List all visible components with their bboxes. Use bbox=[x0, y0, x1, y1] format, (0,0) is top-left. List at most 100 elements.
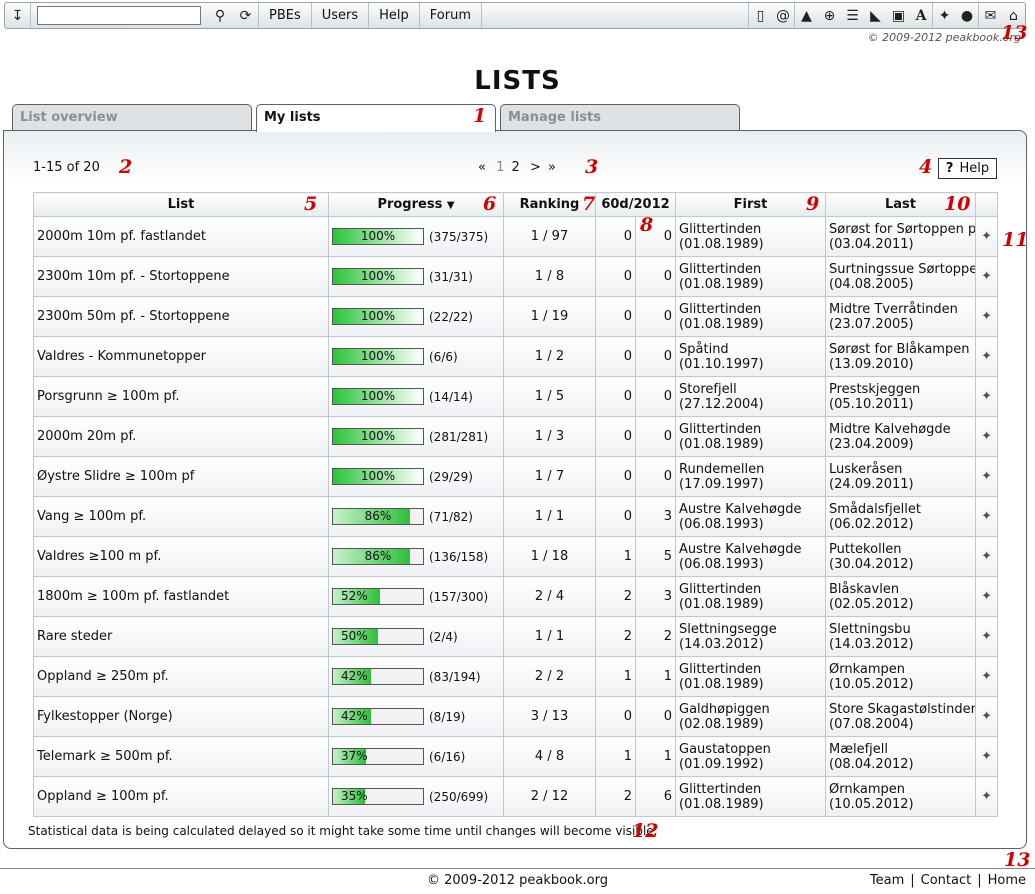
ranking-cell[interactable]: 1 / 5 bbox=[503, 376, 596, 417]
boot-icon[interactable]: ◣ bbox=[864, 3, 887, 28]
first-peak-name[interactable]: Galdhøpiggen bbox=[679, 702, 770, 717]
table-row[interactable]: 2000m 20m pf. 100% (281/281) 1 / 3 0 0 Glitter… bbox=[33, 416, 999, 457]
ranking-cell[interactable]: 2 / 4 bbox=[503, 576, 596, 617]
last-peak-name[interactable]: Ørnkampen bbox=[829, 662, 905, 677]
column-header-list[interactable]: List bbox=[33, 192, 329, 217]
first-peak-name[interactable]: Glittertinden bbox=[679, 422, 761, 437]
last-peak-name[interactable]: Sørøst for Blåkampen bbox=[829, 342, 969, 357]
first-peak-name[interactable]: Glittertinden bbox=[679, 262, 761, 277]
pushpin-icon[interactable]: ✦ bbox=[975, 536, 999, 577]
table-row[interactable]: 2000m 10m pf. fastlandet 100% (375/375) 1 /… bbox=[33, 216, 999, 257]
nav-help[interactable]: Help bbox=[369, 3, 420, 28]
last-peak-name[interactable]: Surtningssue Sørtoppen bbox=[829, 262, 975, 277]
pushpin-icon[interactable]: ✦ bbox=[975, 616, 999, 657]
table-row[interactable]: Telemark ≥ 500m pf. 37% (6/16) 4 / 8 1 1 Gaust… bbox=[33, 736, 999, 777]
help-button[interactable]: ? Help bbox=[938, 158, 997, 179]
nav-forum[interactable]: Forum bbox=[420, 3, 483, 28]
last-peak-name[interactable]: Prestskjeggen bbox=[829, 382, 920, 397]
first-peak-name[interactable]: Glittertinden bbox=[679, 782, 761, 797]
column-header-first[interactable]: First bbox=[675, 192, 827, 217]
list-name-link[interactable]: Rare steder bbox=[33, 616, 329, 657]
pushpin-icon[interactable]: ✦ bbox=[975, 256, 999, 297]
ranking-cell[interactable]: 1 / 8 bbox=[503, 256, 596, 297]
last-peak-name[interactable]: Mælefjell bbox=[829, 742, 888, 757]
ranking-cell[interactable]: 1 / 7 bbox=[503, 456, 596, 497]
table-row[interactable]: Oppland ≥ 100m pf. 35% (250/699) 2 / 12 2 6 Gl… bbox=[33, 776, 999, 817]
list-name-link[interactable]: 2300m 50m pf. - Stortoppene bbox=[33, 296, 329, 337]
mail-icon[interactable]: ✉ bbox=[979, 3, 1002, 28]
list-name-link[interactable]: Valdres - Kommunetopper bbox=[33, 336, 329, 377]
ranking-cell[interactable]: 1 / 1 bbox=[503, 616, 596, 657]
first-peak-name[interactable]: Glittertinden bbox=[679, 222, 761, 237]
list-name-link[interactable]: 2300m 10m pf. - Stortoppene bbox=[33, 256, 329, 297]
nav-users[interactable]: Users bbox=[312, 3, 370, 28]
pushpin-icon[interactable]: ✦ bbox=[975, 776, 999, 817]
table-row[interactable]: Vang ≥ 100m pf. 86% (71/82) 1 / 1 0 3 Austre K… bbox=[33, 496, 999, 537]
table-row[interactable]: Øystre Slidre ≥ 100m pf 100% (29/29) 1 / 70… bbox=[33, 456, 999, 497]
ranking-cell[interactable]: 1 / 19 bbox=[503, 296, 596, 337]
column-header-period[interactable]: 60d/2012 bbox=[594, 192, 677, 217]
last-peak-name[interactable]: Smådalsfjellet bbox=[829, 502, 921, 517]
pushpin-icon[interactable]: ✦ bbox=[975, 376, 999, 417]
first-peak-name[interactable]: Austre Kalvehøgde bbox=[679, 542, 801, 557]
last-peak-name[interactable]: Ørnkampen bbox=[829, 782, 905, 797]
ranking-cell[interactable]: 2 / 12 bbox=[503, 776, 596, 817]
ranking-cell[interactable]: 1 / 3 bbox=[503, 416, 596, 457]
table-row[interactable]: Valdres ≥100 m pf. 86% (136/158) 1 / 18 1 5 Au… bbox=[33, 536, 999, 577]
search-input[interactable] bbox=[37, 6, 201, 25]
mobile-icon[interactable]: ▯ bbox=[749, 3, 772, 28]
last-peak-name[interactable]: Luskeråsen bbox=[829, 462, 902, 477]
last-peak-name[interactable]: Sørøst for Sørtoppen på bbox=[829, 222, 975, 237]
last-peak-name[interactable]: Blåskavlen bbox=[829, 582, 899, 597]
last-peak-name[interactable]: Midtre Tverråtinden bbox=[829, 302, 958, 317]
table-row[interactable]: 2300m 10m pf. - Stortoppene 100% (31/31) 1 … bbox=[33, 256, 999, 297]
last-peak-name[interactable]: Midtre Kalvehøgde bbox=[829, 422, 951, 437]
pushpin-icon[interactable]: ✦ bbox=[975, 736, 999, 777]
first-peak-name[interactable]: Storefjell bbox=[679, 382, 737, 397]
list-name-link[interactable]: Porsgrunn ≥ 100m pf. bbox=[33, 376, 329, 417]
pushpin-icon[interactable]: ✦ bbox=[975, 416, 999, 457]
ball-icon[interactable]: ● bbox=[956, 3, 979, 28]
first-peak-name[interactable]: Austre Kalvehøgde bbox=[679, 502, 801, 517]
pushpin-icon[interactable]: ✦ bbox=[975, 656, 999, 697]
table-row[interactable]: Oppland ≥ 250m pf. 42% (83/194) 2 / 2 1 1 Glit… bbox=[33, 656, 999, 697]
pushpin-icon[interactable]: ✦ bbox=[975, 216, 999, 257]
pushpin-icon[interactable]: ✦ bbox=[975, 696, 999, 737]
pushpin-icon[interactable]: ✦ bbox=[933, 3, 956, 28]
ranking-cell[interactable]: 4 / 8 bbox=[503, 736, 596, 777]
first-peak-name[interactable]: Spåtind bbox=[679, 342, 729, 357]
pager-page-2[interactable]: 2 bbox=[512, 160, 520, 175]
footer-link-home[interactable]: Home bbox=[988, 873, 1026, 888]
download-arrow-icon[interactable]: ↧ bbox=[5, 3, 31, 28]
globe-icon[interactable]: ⊕ bbox=[818, 3, 841, 28]
footer-link-contact[interactable]: Contact bbox=[921, 873, 972, 888]
list-name-link[interactable]: 1800m ≥ 100m pf. fastlandet bbox=[33, 576, 329, 617]
list-name-link[interactable]: Valdres ≥100 m pf. bbox=[33, 536, 329, 577]
pushpin-icon[interactable]: ✦ bbox=[975, 336, 999, 377]
ranking-cell[interactable]: 3 / 13 bbox=[503, 696, 596, 737]
table-row[interactable]: Valdres - Kommunetopper 100% (6/6) 1 / 200S… bbox=[33, 336, 999, 377]
pager-last[interactable]: » bbox=[548, 160, 556, 175]
tab-list-overview[interactable]: List overview bbox=[12, 104, 252, 131]
pushpin-icon[interactable]: ✦ bbox=[975, 496, 999, 537]
column-header-progress[interactable]: Progress ▼ bbox=[328, 192, 504, 217]
first-peak-name[interactable]: Glittertinden bbox=[679, 582, 761, 597]
ranking-cell[interactable]: 1 / 18 bbox=[503, 536, 596, 577]
list-name-link[interactable]: 2000m 10m pf. fastlandet bbox=[33, 216, 329, 257]
first-peak-name[interactable]: Rundemellen bbox=[679, 462, 764, 477]
tab-manage-lists[interactable]: Manage lists bbox=[500, 104, 740, 131]
table-row[interactable]: 1800m ≥ 100m pf. fastlandet 52% (157/300) 2… bbox=[33, 576, 999, 617]
first-peak-name[interactable]: Gaustatoppen bbox=[679, 742, 771, 757]
pager-next[interactable]: > bbox=[530, 160, 541, 175]
list-name-link[interactable]: 2000m 20m pf. bbox=[33, 416, 329, 457]
table-row[interactable]: Fylkestopper (Norge) 42% (8/19) 3 / 13 0 0 Gal… bbox=[33, 696, 999, 737]
list-name-link[interactable]: Øystre Slidre ≥ 100m pf bbox=[33, 456, 329, 497]
tab-my-lists[interactable]: My lists bbox=[256, 104, 496, 132]
font-icon[interactable]: A bbox=[910, 3, 933, 28]
first-peak-name[interactable]: Glittertinden bbox=[679, 662, 761, 677]
picture-icon[interactable]: ▣ bbox=[887, 3, 910, 28]
last-peak-name[interactable]: Puttekollen bbox=[829, 542, 902, 557]
table-row[interactable]: Porsgrunn ≥ 100m pf. 100% (14/14) 1 / 5 0 0 St… bbox=[33, 376, 999, 417]
table-row[interactable]: 2300m 50m pf. - Stortoppene 100% (22/22) 1 … bbox=[33, 296, 999, 337]
list-name-link[interactable]: Fylkestopper (Norge) bbox=[33, 696, 329, 737]
